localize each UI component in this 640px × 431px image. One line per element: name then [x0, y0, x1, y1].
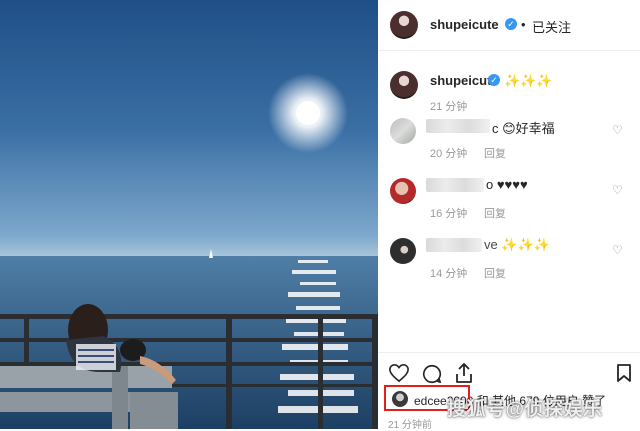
caption-time: 21 分钟: [430, 101, 468, 113]
comment-text: c 😊好幸福: [492, 121, 555, 136]
post-photo[interactable]: [0, 0, 378, 429]
caption-author-avatar[interactable]: [390, 71, 418, 99]
comment-like-heart-icon[interactable]: ♡: [612, 244, 624, 256]
author-avatar[interactable]: [390, 11, 418, 39]
comment-like-heart-icon[interactable]: ♡: [612, 184, 624, 196]
comment-like-heart-icon[interactable]: ♡: [612, 124, 624, 136]
separator-dot: •: [521, 17, 526, 32]
share-icon[interactable]: [454, 362, 474, 384]
sailboat: [209, 249, 213, 258]
comment-text: o ♥♥♥♥: [486, 177, 528, 192]
comment-time: 14 分钟: [430, 268, 468, 280]
bookmark-icon[interactable]: [616, 363, 632, 383]
comment-bubble-icon[interactable]: [421, 363, 443, 385]
comment-avatar[interactable]: [390, 178, 416, 204]
blurred-username: [426, 238, 482, 252]
caption-text: ✨✨✨: [504, 73, 553, 88]
watermark-text: 搜狐号@侦探娱乐: [447, 399, 603, 420]
comment-reply-button[interactable]: 回复: [484, 205, 506, 221]
comment-reply-button[interactable]: 回复: [484, 265, 506, 281]
post-side-panel: shupeicute ✓ • 已关注 shupeicute ✓ ✨✨✨ 21 分…: [378, 0, 640, 429]
blurred-username: [426, 119, 490, 133]
comment-avatar[interactable]: [390, 118, 416, 144]
post-header: shupeicute ✓ • 已关注: [378, 0, 640, 51]
blurred-username: [426, 178, 484, 192]
comment-time: 20 分钟: [430, 148, 468, 160]
caption-verified-badge-icon: ✓: [488, 74, 500, 86]
comment-avatar[interactable]: [390, 238, 416, 264]
comment-text: ve ✨✨✨: [484, 237, 550, 252]
author-username[interactable]: shupeicute: [430, 17, 499, 32]
comment-time: 16 分钟: [430, 208, 468, 220]
verified-badge-icon: ✓: [505, 18, 517, 30]
comment-reply-button[interactable]: 回复: [484, 145, 506, 161]
following-button[interactable]: 已关注: [532, 17, 571, 36]
like-heart-icon[interactable]: [388, 363, 410, 383]
photo-scene: [0, 73, 378, 429]
